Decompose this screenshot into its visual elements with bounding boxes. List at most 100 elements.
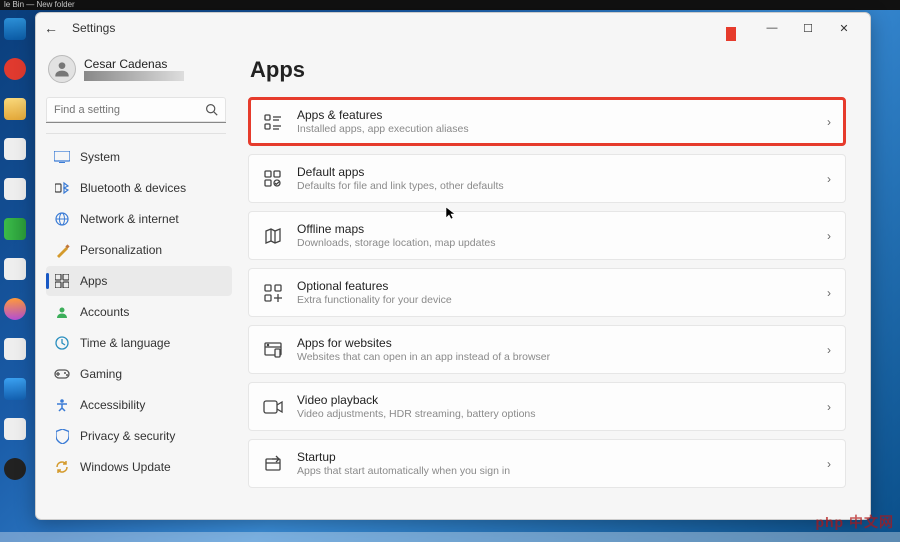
card-title: Default apps (297, 165, 504, 179)
profile[interactable]: Cesar Cadenas (46, 51, 232, 93)
time-icon (54, 335, 70, 351)
chevron-right-icon: › (827, 343, 831, 357)
card-description: Downloads, storage location, map updates (297, 237, 495, 249)
back-button[interactable]: ← (44, 20, 60, 36)
desktop-icon-steam[interactable] (4, 458, 26, 480)
nav-item-personalization[interactable]: Personalization (46, 235, 232, 265)
desktop-icon-generic[interactable] (4, 138, 26, 160)
accounts-icon (54, 304, 70, 320)
watermark: php 中文网 (815, 512, 894, 532)
main-content: Apps Apps & featuresInstalled apps, app … (236, 43, 870, 519)
privacy-icon (54, 428, 70, 444)
mouse-cursor-icon (445, 206, 457, 223)
desktop-icon-generic-3[interactable] (4, 258, 26, 280)
nav-item-time[interactable]: Time & language (46, 328, 232, 358)
network-icon (54, 211, 70, 227)
desktop-icon-generic-4[interactable] (4, 338, 26, 360)
desktop-icon-red[interactable] (4, 58, 26, 80)
offline-maps-icon (263, 226, 283, 246)
video-playback-icon (263, 397, 283, 417)
nav-item-label: Time & language (80, 336, 170, 350)
apps-icon (54, 273, 70, 289)
default-apps-icon (263, 169, 283, 189)
desktop-icon-green[interactable] (4, 218, 26, 240)
minimize-button[interactable]: — (754, 13, 790, 43)
gaming-icon (54, 366, 70, 382)
card-description: Installed apps, app execution aliases (297, 123, 469, 135)
card-title: Video playback (297, 393, 536, 407)
startup-icon (263, 454, 283, 474)
sidebar-divider (46, 133, 226, 134)
profile-name: Cesar Cadenas (84, 57, 184, 71)
desktop-icon-folder[interactable] (4, 98, 26, 120)
card-startup[interactable]: StartupApps that start automatically whe… (248, 439, 846, 488)
card-apps-websites[interactable]: Apps for websitesWebsites that can open … (248, 325, 846, 374)
card-title: Offline maps (297, 222, 495, 236)
bluetooth-icon (54, 180, 70, 196)
nav-item-gaming[interactable]: Gaming (46, 359, 232, 389)
nav-item-label: Accounts (80, 305, 129, 319)
settings-window: ← Settings — ☐ ✕ Cesar Cadenas (35, 12, 871, 520)
app-title: Settings (72, 21, 115, 35)
card-description: Defaults for file and link types, other … (297, 180, 504, 192)
taskbar[interactable] (0, 532, 900, 542)
nav-item-bluetooth[interactable]: Bluetooth & devices (46, 173, 232, 203)
nav-item-label: Network & internet (80, 212, 179, 226)
apps-websites-icon (263, 340, 283, 360)
card-video-playback[interactable]: Video playbackVideo adjustments, HDR str… (248, 382, 846, 431)
nav-item-label: Windows Update (80, 460, 171, 474)
apps-features-icon (263, 112, 283, 132)
desktop-icon-firefox[interactable] (4, 298, 26, 320)
nav-item-accessibility[interactable]: Accessibility (46, 390, 232, 420)
desktop-icons-column (0, 12, 30, 532)
maximize-button[interactable]: ☐ (790, 13, 826, 43)
system-icon (54, 149, 70, 165)
close-button[interactable]: ✕ (826, 13, 862, 43)
chevron-right-icon: › (827, 400, 831, 414)
desktop-icon-edge[interactable] (4, 18, 26, 40)
nav-item-label: Personalization (80, 243, 162, 257)
card-title: Optional features (297, 279, 452, 293)
nav-item-update[interactable]: Windows Update (46, 452, 232, 482)
nav-item-privacy[interactable]: Privacy & security (46, 421, 232, 451)
card-title: Startup (297, 450, 510, 464)
red-annotation-block (726, 27, 736, 41)
desktop-icon-generic-2[interactable] (4, 178, 26, 200)
nav-item-accounts[interactable]: Accounts (46, 297, 232, 327)
nav-item-label: Accessibility (80, 398, 145, 412)
nav-item-label: System (80, 150, 120, 164)
search-icon (205, 103, 218, 116)
personalization-icon (54, 242, 70, 258)
card-description: Extra functionality for your device (297, 294, 452, 306)
card-default-apps[interactable]: Default appsDefaults for file and link t… (248, 154, 846, 203)
nav-item-label: Apps (80, 274, 107, 288)
nav-item-network[interactable]: Network & internet (46, 204, 232, 234)
card-optional-features[interactable]: Optional featuresExtra functionality for… (248, 268, 846, 317)
chevron-right-icon: › (827, 457, 831, 471)
avatar (48, 55, 76, 83)
titlebar: ← Settings — ☐ ✕ (36, 13, 870, 43)
card-apps-features[interactable]: Apps & featuresInstalled apps, app execu… (248, 97, 846, 146)
card-offline-maps[interactable]: Offline mapsDownloads, storage location,… (248, 211, 846, 260)
cards-list: Apps & featuresInstalled apps, app execu… (248, 97, 846, 488)
accessibility-icon (54, 397, 70, 413)
nav-item-apps[interactable]: Apps (46, 266, 232, 296)
chevron-right-icon: › (827, 115, 831, 129)
card-title: Apps for websites (297, 336, 550, 350)
page-title: Apps (250, 57, 846, 83)
chevron-right-icon: › (827, 229, 831, 243)
desktop-icon-blue[interactable] (4, 378, 26, 400)
desktop-icon-generic-5[interactable] (4, 418, 26, 440)
desktop-top-strip: le Bin — New folder (0, 0, 900, 10)
nav-item-label: Gaming (80, 367, 122, 381)
nav-item-system[interactable]: System (46, 142, 232, 172)
profile-email (84, 71, 184, 81)
card-title: Apps & features (297, 108, 469, 122)
search-input[interactable] (46, 97, 226, 123)
update-icon (54, 459, 70, 475)
optional-features-icon (263, 283, 283, 303)
nav-item-label: Bluetooth & devices (80, 181, 186, 195)
nav-list: System Bluetooth & devices Network & inter… (46, 142, 232, 482)
nav-item-label: Privacy & security (80, 429, 175, 443)
card-description: Apps that start automatically when you s… (297, 465, 510, 477)
